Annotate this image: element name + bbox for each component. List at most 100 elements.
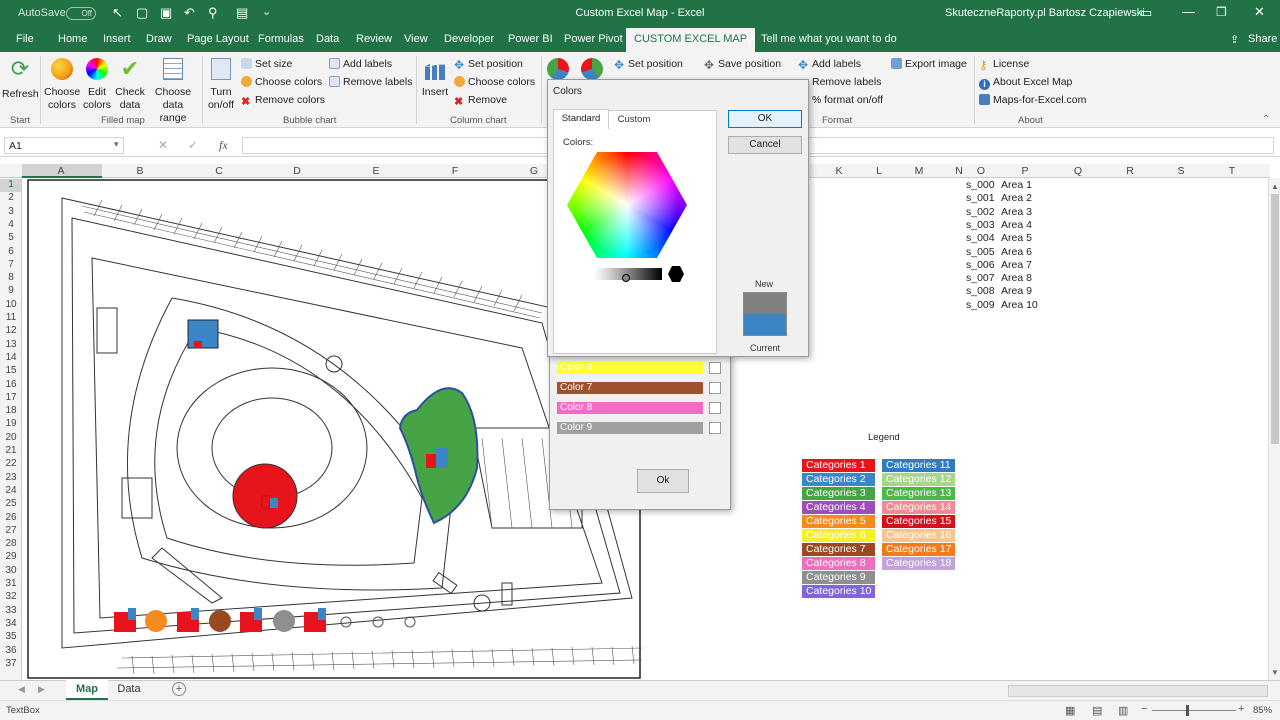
color-picker-icon[interactable]: [709, 422, 721, 434]
row-header[interactable]: 22: [0, 458, 21, 469]
area-name-cell[interactable]: Area 8: [1001, 272, 1032, 284]
zoom-in-icon[interactable]: +: [1238, 703, 1244, 715]
share-button[interactable]: Share: [1248, 33, 1277, 45]
add-sheet-icon[interactable]: +: [172, 682, 186, 696]
tab-data[interactable]: Data: [316, 33, 339, 45]
row-header[interactable]: 33: [0, 605, 21, 616]
about-button[interactable]: i About Excel Map: [979, 76, 1072, 90]
cancel-icon[interactable]: ✕: [158, 138, 168, 152]
column-header[interactable]: N: [955, 165, 963, 177]
row-header[interactable]: 24: [0, 485, 21, 496]
area-name-cell[interactable]: Area 5: [1001, 232, 1032, 244]
color-picker-icon[interactable]: [709, 382, 721, 394]
format-on-off-button[interactable]: % format on/off: [812, 94, 883, 106]
column-header[interactable]: O: [977, 165, 985, 177]
row-header[interactable]: 20: [0, 432, 21, 443]
zoom-slider[interactable]: [1152, 710, 1236, 711]
tab-power-pivot[interactable]: Power Pivot: [564, 33, 623, 45]
enter-icon[interactable]: ✓: [188, 138, 198, 152]
row-header[interactable]: 36: [0, 645, 21, 656]
row-header[interactable]: 29: [0, 551, 21, 562]
color-row[interactable]: Color 9: [557, 422, 703, 434]
row-header[interactable]: 19: [0, 418, 21, 429]
area-id-cell[interactable]: s_002: [966, 206, 995, 218]
row-header[interactable]: 5: [0, 232, 21, 243]
set-size-button[interactable]: Set size: [241, 58, 292, 70]
area-name-cell[interactable]: Area 10: [1001, 299, 1038, 311]
minimize-icon[interactable]: —: [1182, 4, 1195, 19]
export-image-button[interactable]: Export image: [891, 58, 967, 70]
color-editor-ok-button[interactable]: Ok: [637, 469, 689, 493]
tab-insert[interactable]: Insert: [103, 33, 131, 45]
column-header[interactable]: A: [57, 165, 64, 177]
tab-standard[interactable]: Standard: [553, 109, 609, 129]
zoom-level[interactable]: 85%: [1253, 705, 1272, 716]
area-name-cell[interactable]: Area 4: [1001, 219, 1032, 231]
add-labels-button[interactable]: Add labels: [329, 58, 392, 70]
row-header[interactable]: 4: [0, 219, 21, 230]
customize-icon[interactable]: ⌄: [262, 5, 271, 18]
name-box[interactable]: A1: [4, 137, 124, 154]
row-header[interactable]: 14: [0, 352, 21, 363]
column-choose-colors-button[interactable]: Choose colors: [454, 76, 535, 88]
area-name-cell[interactable]: Area 9: [1001, 285, 1032, 297]
row-header[interactable]: 3: [0, 206, 21, 217]
page-break-view-icon[interactable]: ▥: [1118, 704, 1128, 717]
new-file-icon[interactable]: ▢: [136, 5, 148, 21]
column-header[interactable]: G: [530, 165, 538, 177]
turn-on-off-button[interactable]: Turn on/off: [205, 58, 237, 112]
row-header[interactable]: 8: [0, 272, 21, 283]
tab-developer[interactable]: Developer: [444, 33, 494, 45]
row-header[interactable]: 31: [0, 578, 21, 589]
column-header[interactable]: S: [1177, 165, 1184, 177]
choose-colors-button[interactable]: Choose colors: [44, 58, 80, 112]
area-name-cell[interactable]: Area 6: [1001, 246, 1032, 258]
tab-custom-excel-map[interactable]: CUSTOM EXCEL MAP: [626, 28, 756, 52]
area-id-cell[interactable]: s_009: [966, 299, 995, 311]
column-header[interactable]: K: [835, 165, 842, 177]
area-id-cell[interactable]: s_004: [966, 232, 995, 244]
row-header[interactable]: 10: [0, 299, 21, 310]
column-header[interactable]: M: [915, 165, 924, 177]
name-box-dropdown-icon[interactable]: ▾: [114, 139, 119, 150]
tab-home[interactable]: Home: [58, 33, 87, 45]
scroll-down-icon[interactable]: ▼: [1271, 668, 1279, 677]
row-header[interactable]: 34: [0, 618, 21, 629]
colors-ok-button[interactable]: OK: [728, 110, 802, 128]
set-position-button[interactable]: ✥ Set position: [454, 58, 523, 71]
tab-custom[interactable]: Custom: [609, 111, 659, 129]
ribbon-display-icon[interactable]: ▭: [1140, 5, 1152, 21]
row-header[interactable]: 11: [0, 312, 21, 323]
row-header[interactable]: 28: [0, 538, 21, 549]
license-button[interactable]: ⚷ License: [979, 58, 1029, 71]
row-header[interactable]: 12: [0, 325, 21, 336]
column-header[interactable]: L: [876, 165, 882, 177]
column-header[interactable]: Q: [1074, 165, 1082, 177]
insert-column-chart-button[interactable]: Insert: [420, 58, 450, 99]
tab-draw[interactable]: Draw: [146, 33, 172, 45]
tab-file[interactable]: File: [16, 33, 34, 45]
tab-view[interactable]: View: [404, 33, 428, 45]
row-header[interactable]: 25: [0, 498, 21, 509]
add-labels-2-button[interactable]: ✥ Add labels: [798, 58, 861, 71]
sheet-tab-map[interactable]: Map: [66, 680, 108, 700]
column-header[interactable]: R: [1126, 165, 1134, 177]
cursor-icon[interactable]: ↖: [112, 5, 123, 21]
colors-cancel-button[interactable]: Cancel: [728, 136, 802, 154]
tab-review[interactable]: Review: [356, 33, 392, 45]
save-position-button[interactable]: ✥ Save position: [704, 58, 781, 71]
tab-power-bi[interactable]: Power BI: [508, 33, 553, 45]
area-id-cell[interactable]: s_008: [966, 285, 995, 297]
bubble-choose-colors-button[interactable]: Choose colors: [241, 76, 322, 88]
map-area-blue[interactable]: [187, 319, 219, 349]
collapse-ribbon-icon[interactable]: ⌃: [1262, 114, 1270, 125]
column-header[interactable]: E: [372, 165, 379, 177]
refresh-button[interactable]: ⟳ Refresh: [2, 56, 39, 101]
column-header[interactable]: B: [136, 165, 143, 177]
area-name-cell[interactable]: Area 1: [1001, 179, 1032, 191]
horizontal-scrollbar[interactable]: [1008, 685, 1268, 697]
next-sheet-icon[interactable]: ▶: [38, 684, 45, 695]
pie-chart-button[interactable]: [545, 58, 571, 80]
choose-data-range-button[interactable]: Choose data range: [148, 58, 198, 125]
scroll-thumb[interactable]: [1271, 194, 1279, 444]
